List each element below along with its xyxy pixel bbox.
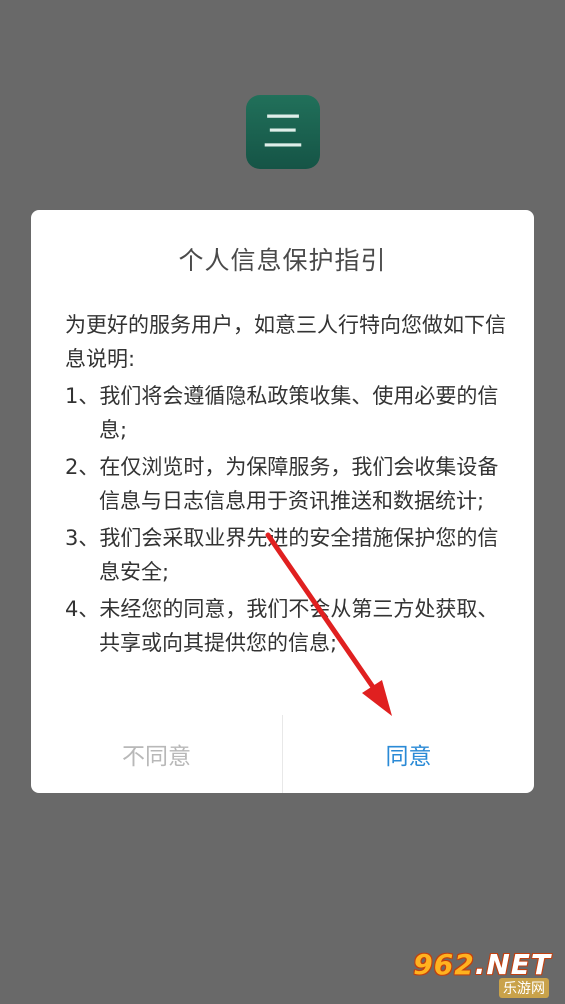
- dialog-title: 个人信息保护指引: [178, 246, 387, 275]
- app-logo-char: 三: [261, 107, 304, 156]
- list-item: 3、我们会采取业界先进的安全措施保护您的信息安全;: [65, 526, 499, 584]
- list-item: 2、在仅浏览时，为保障服务，我们会收集设备信息与日志信息用于资讯推送和数据统计;: [65, 455, 499, 513]
- watermark-suffix: .NET: [474, 948, 551, 981]
- privacy-dialog: 个人信息保护指引 为更好的服务用户，如意三人行特向您做如下信息说明: 1、我们将…: [31, 210, 534, 793]
- watermark-logo: 962.NET: [413, 948, 551, 981]
- list-item: 4、未经您的同意，我们不会从第三方处获取、共享或向其提供您的信息;: [65, 597, 499, 655]
- agree-button[interactable]: 同意: [283, 715, 534, 793]
- watermark-number: 962: [413, 948, 475, 981]
- site-watermark: 962.NET 乐游网: [413, 948, 557, 998]
- list-item: 1、我们将会遵循隐私政策收集、使用必要的信息;: [65, 384, 499, 442]
- dialog-body[interactable]: 为更好的服务用户，如意三人行特向您做如下信息说明: 1、我们将会遵循隐私政策收集…: [65, 308, 509, 668]
- watermark-text: 乐游网: [499, 978, 549, 998]
- disagree-button[interactable]: 不同意: [31, 715, 282, 793]
- dialog-intro: 为更好的服务用户，如意三人行特向您做如下信息说明:: [65, 313, 506, 371]
- dialog-footer: 不同意 同意: [31, 715, 534, 793]
- app-icon: 三: [246, 95, 320, 169]
